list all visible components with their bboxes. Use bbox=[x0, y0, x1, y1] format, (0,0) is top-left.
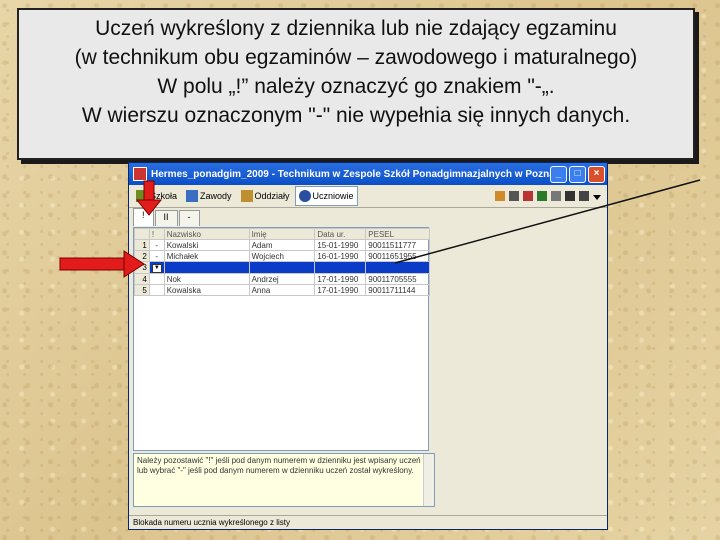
help-line-1: Należy pozostawić "!" jeśli pod danym nu… bbox=[137, 456, 421, 465]
toolbar-school-button[interactable]: Szkoła bbox=[132, 186, 181, 206]
students-icon bbox=[298, 190, 311, 202]
row-name[interactable]: Adam bbox=[248, 239, 316, 251]
row-number: 3 bbox=[134, 261, 150, 274]
help-line-2: lub wybrać "-" jeśli pod danym numerem w… bbox=[137, 466, 414, 475]
row-mark[interactable] bbox=[148, 273, 165, 285]
maximize-button[interactable]: □ bbox=[569, 165, 586, 183]
window-titlebar[interactable]: Hermes_ponadgim_2009 - Technikum w Zespo… bbox=[129, 163, 607, 185]
users-icon[interactable] bbox=[523, 191, 533, 201]
toolbar-professions-label: Zawody bbox=[200, 191, 232, 201]
table-row[interactable]: 1 - Kowalski Adam 15-01-1990 90011511777 bbox=[134, 239, 430, 251]
table-header-row: ! Nazwisko Imię Data ur. PESEL bbox=[134, 228, 430, 240]
toolbar-classes-button[interactable]: Oddziały bbox=[237, 186, 294, 206]
instruction-callout: Uczeń wykreślony z dziennika lub nie zda… bbox=[17, 8, 695, 160]
sub-tabs: ! II - bbox=[129, 208, 607, 226]
close-button[interactable]: × bbox=[588, 165, 605, 183]
callout-line-3: W polu „!” należy oznaczyć go znakiem "-… bbox=[157, 75, 555, 98]
table-row-selected[interactable]: 3 ▼ bbox=[134, 261, 430, 274]
help-info-box: Należy pozostawić "!" jeśli pod danym nu… bbox=[133, 453, 435, 507]
row-mark[interactable]: - bbox=[148, 250, 165, 262]
row-name[interactable]: Anna bbox=[248, 284, 316, 296]
header-dob[interactable]: Data ur. bbox=[314, 228, 367, 240]
row-surname[interactable]: Nok bbox=[163, 273, 250, 285]
chevron-down-icon[interactable]: ▼ bbox=[151, 264, 162, 273]
transfer-icon[interactable] bbox=[509, 191, 519, 201]
row-name[interactable] bbox=[248, 261, 316, 274]
row-dob[interactable]: 16-01-1990 bbox=[314, 250, 367, 262]
row-mark[interactable]: - bbox=[148, 239, 165, 251]
row-number: 5 bbox=[134, 284, 150, 296]
table-row[interactable]: 4 Nok Andrzej 17-01-1990 90011705555 bbox=[134, 273, 430, 285]
callout-line-2: (w technikum obu egzaminów – zawodowego … bbox=[74, 46, 638, 69]
main-toolbar: Szkoła Zawody Oddziały Uczniowie bbox=[129, 185, 607, 208]
row-pesel[interactable] bbox=[365, 261, 430, 274]
row-surname[interactable]: Kowalski bbox=[163, 239, 250, 251]
application-window: Hermes_ponadgim_2009 - Technikum w Zespo… bbox=[128, 162, 608, 530]
subtab-dash[interactable]: - bbox=[178, 210, 200, 226]
row-number: 4 bbox=[134, 273, 150, 285]
app-icon bbox=[133, 167, 147, 181]
delete-icon[interactable] bbox=[579, 191, 589, 201]
subtab-exclamation[interactable]: ! bbox=[133, 208, 154, 226]
row-surname[interactable] bbox=[163, 261, 250, 274]
header-name[interactable]: Imię bbox=[248, 228, 316, 240]
row-name[interactable]: Wojciech bbox=[248, 250, 316, 262]
header-mark[interactable]: ! bbox=[148, 228, 165, 240]
toolbar-classes-label: Oddziały bbox=[254, 191, 290, 201]
row-dob[interactable]: 17-01-1990 bbox=[314, 284, 367, 296]
table-row[interactable]: 5 Kowalska Anna 17-01-1990 90011711144 bbox=[134, 284, 430, 296]
row-number: 2 bbox=[134, 250, 150, 262]
row-dob[interactable]: 17-01-1990 bbox=[314, 273, 367, 285]
row-pesel[interactable]: 90011651955 bbox=[365, 250, 430, 262]
callout-line-1: Uczeń wykreślony z dziennika lub nie zda… bbox=[95, 17, 617, 40]
minimize-button[interactable]: _ bbox=[550, 165, 567, 183]
person-icon[interactable] bbox=[495, 191, 505, 201]
header-num bbox=[134, 228, 150, 240]
school-icon bbox=[136, 190, 148, 202]
row-surname[interactable]: Michałek bbox=[163, 250, 250, 262]
print-icon[interactable] bbox=[551, 191, 561, 201]
row-mark[interactable] bbox=[148, 284, 165, 296]
help-scrollbar[interactable] bbox=[423, 454, 434, 506]
row-dob[interactable] bbox=[314, 261, 367, 274]
row-pesel[interactable]: 90011711144 bbox=[365, 284, 430, 296]
row-number: 1 bbox=[134, 239, 150, 251]
header-pesel[interactable]: PESEL bbox=[365, 228, 430, 240]
subtab-second[interactable]: II bbox=[154, 210, 178, 226]
toolbar-students-button[interactable]: Uczniowie bbox=[294, 186, 358, 206]
row-surname[interactable]: Kowalska bbox=[163, 284, 250, 296]
row-pesel[interactable]: 90011511777 bbox=[365, 239, 430, 251]
students-table: ! Nazwisko Imię Data ur. PESEL 1 - Kowal… bbox=[134, 228, 430, 296]
chevron-down-icon[interactable] bbox=[593, 195, 601, 200]
save-icon[interactable] bbox=[537, 191, 547, 201]
header-surname[interactable]: Nazwisko bbox=[163, 228, 250, 240]
toolbar-school-label: Szkoła bbox=[150, 191, 178, 201]
toolbar-professions-button[interactable]: Zawody bbox=[182, 186, 236, 206]
table-row[interactable]: 2 - Michałek Wojciech 16-01-1990 9001165… bbox=[134, 250, 430, 262]
professions-icon bbox=[186, 190, 199, 202]
status-bar: Blokada numeru ucznia wykreślonego z lis… bbox=[129, 515, 607, 529]
window-title: Hermes_ponadgim_2009 - Technikum w Zespo… bbox=[151, 168, 550, 180]
row-dob[interactable]: 15-01-1990 bbox=[314, 239, 367, 251]
students-grid: ! Nazwisko Imię Data ur. PESEL 1 - Kowal… bbox=[133, 227, 430, 451]
row-name[interactable]: Andrzej bbox=[248, 273, 316, 285]
row-pesel[interactable]: 90011705555 bbox=[365, 273, 430, 285]
right-tools bbox=[491, 191, 607, 201]
classes-icon bbox=[240, 190, 253, 202]
toolbar-students-label: Uczniowie bbox=[312, 191, 354, 201]
callout-line-4: W wierszu oznaczonym "-" nie wypełnia si… bbox=[81, 104, 631, 127]
walk-icon[interactable] bbox=[565, 191, 575, 201]
row-mark-dropdown[interactable]: ▼ bbox=[148, 261, 165, 274]
